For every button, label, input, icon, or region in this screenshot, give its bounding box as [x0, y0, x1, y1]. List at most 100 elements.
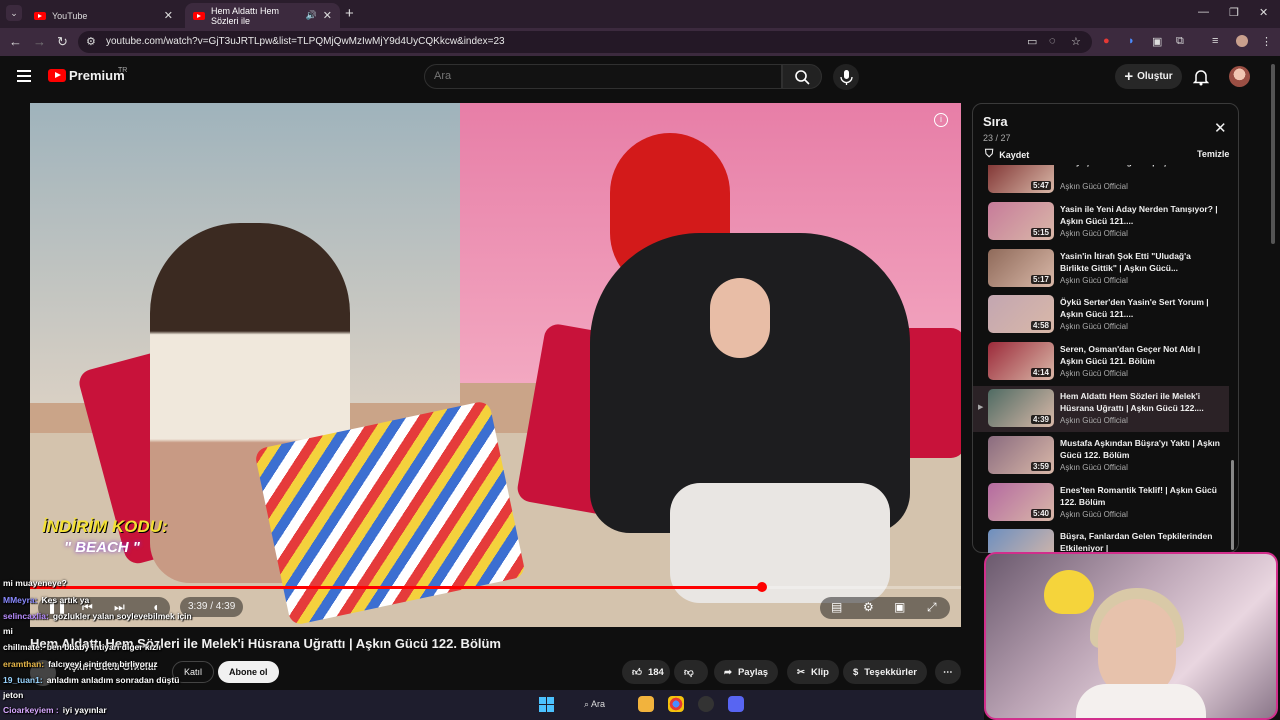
search-input[interactable]	[434, 70, 734, 82]
playlist-thumbnail[interactable]: 4:58	[988, 295, 1054, 334]
video-player[interactable]: i İNDİRİM KODU: " BEACH " ❚❚ ⏮ ⏭ ◖ 3:39 …	[30, 103, 961, 627]
playlist-item[interactable]: ▶ 4:39 Hem Aldattı Hem Sözleri ile Melek'i…	[973, 386, 1229, 432]
fullscreen-icon[interactable]: ⤢	[927, 600, 937, 615]
forward-icon[interactable]: →	[33, 34, 46, 49]
playlist-title: Sıra	[983, 114, 1008, 129]
miniplayer-icon[interactable]: ▣	[894, 600, 905, 614]
discord-icon[interactable]	[728, 696, 744, 712]
playlist-thumbnail[interactable]: 3:59	[988, 435, 1054, 474]
search-button[interactable]	[782, 64, 822, 89]
youtube-premium-logo[interactable]: Premium TR	[48, 67, 127, 83]
plus-icon: +	[1124, 67, 1134, 85]
taskbar-search-label: Ara	[591, 699, 606, 709]
save-playlist-button[interactable]: ⛉ Kaydet	[985, 148, 1029, 161]
share-button[interactable]: ➦ Paylaş	[714, 660, 779, 684]
extension-red-icon[interactable]: ●	[1103, 35, 1110, 47]
chat-message: mi	[3, 626, 13, 636]
youtube-favicon-icon	[193, 11, 205, 20]
media-control-icon[interactable]: ≡	[1212, 35, 1218, 47]
info-icon[interactable]: i	[934, 113, 948, 127]
close-icon[interactable]: ✕	[1214, 119, 1227, 137]
minimize-icon[interactable]: —	[1198, 6, 1209, 18]
playlist-item-channel: Aşkın Gücü Official	[1060, 369, 1128, 379]
playlist-thumbnail[interactable]	[988, 529, 1054, 553]
file-explorer-icon[interactable]	[638, 696, 654, 712]
playlist-item-channel: Aşkın Gücü Official	[1060, 462, 1128, 472]
taskbar-search[interactable]: ⌕ Ara	[584, 699, 605, 710]
new-tab-button[interactable]: +	[345, 5, 354, 22]
chat-text: mi muayeneye?	[3, 578, 67, 588]
playlist-item[interactable]: 5:47 Gözyaşlarına Boğuldu | Aşkın... Aşkın…	[973, 165, 1229, 198]
scissors-icon: ✂	[797, 666, 805, 678]
tab-search-button[interactable]: ⌄	[6, 5, 22, 21]
clip-button[interactable]: ✂ Klip	[787, 660, 839, 684]
playlist-thumbnail[interactable]: 4:39	[988, 389, 1054, 427]
more-dots-icon: ⋯	[943, 666, 953, 678]
create-button[interactable]: + Oluştur	[1115, 64, 1182, 89]
playlist-item-channel: Aşkın Gücü Official	[1060, 416, 1128, 425]
thanks-label: Teşekkürler	[864, 666, 917, 678]
chat-username: MMeyra:	[3, 595, 38, 605]
back-icon[interactable]: ←	[9, 34, 22, 49]
close-icon[interactable]: ✕	[323, 9, 332, 22]
playlist-item[interactable]: 4:58 Öykü Serter'den Yasin'e Sert Yorum |…	[973, 292, 1229, 338]
window-close-icon[interactable]: ✕	[1259, 6, 1268, 19]
thumbs-up-icon: 👍︎	[632, 667, 642, 678]
settings-gear-icon[interactable]: ⚙	[863, 600, 874, 614]
chat-text: falcıyeyi sinirden birliyoruz	[48, 659, 158, 669]
menu-icon[interactable]	[17, 70, 31, 85]
chrome-icon[interactable]	[668, 696, 684, 712]
bookmark-star-icon[interactable]: ☆	[1071, 35, 1081, 48]
menu-dots-icon[interactable]: ⋮	[1261, 35, 1272, 48]
promo-label: İNDİRİM KODU:	[42, 517, 168, 536]
eye-off-icon[interactable]: ◌	[1049, 35, 1056, 47]
tab-youtube[interactable]: YouTube ✕	[26, 3, 181, 28]
app-icon[interactable]	[698, 696, 714, 712]
playlist-item[interactable]: 5:40 Enes'ten Romantik Teklif! | Aşkın Gü…	[973, 480, 1229, 526]
playlist-item[interactable]: 5:17 Yasin'in İtirafı Şok Etti "Uludağ'a …	[973, 246, 1229, 292]
playlist-thumbnail[interactable]: 4:14	[988, 342, 1054, 381]
progress-bar[interactable]	[30, 582, 961, 592]
voice-search-button[interactable]	[833, 64, 859, 90]
puzzle-icon[interactable]: ⧉	[1176, 35, 1184, 48]
subscribe-button[interactable]: Abone ol	[218, 661, 279, 683]
playlist-item[interactable]: 3:59 Mustafa Aşkından Büşra'yı Yaktı | Aş…	[973, 433, 1229, 479]
chat-message: selincaxlia: gozlukler yalan soylevebilme…	[3, 611, 192, 621]
profile-icon[interactable]	[1236, 35, 1248, 47]
subtitles-icon[interactable]: ▤	[831, 600, 842, 614]
cast-icon[interactable]: ▭	[1027, 35, 1037, 48]
playlist-thumbnail[interactable]: 5:15	[988, 201, 1054, 240]
like-button[interactable]: 👍︎ 184	[622, 660, 670, 684]
progress-scrubber[interactable]	[756, 582, 767, 592]
chat-text: anladım anladım sonradan düştü	[46, 675, 180, 685]
dislike-button[interactable]: 👎︎	[674, 660, 708, 684]
account-avatar[interactable]	[1229, 66, 1250, 87]
more-actions-button[interactable]: ⋯	[935, 660, 961, 684]
playlist-thumbnail[interactable]: 5:17	[988, 248, 1054, 287]
playlist-item[interactable]: 5:15 Yasin ile Yeni Aday Nerden Tanışıyor…	[973, 199, 1229, 245]
promo-code: " BEACH "	[64, 539, 140, 556]
close-icon[interactable]: ✕	[164, 9, 173, 22]
windows-start-icon[interactable]	[539, 697, 554, 712]
chat-text: mi	[3, 626, 13, 636]
page-scrollbar[interactable]	[1271, 64, 1275, 244]
share-arrow-icon: ➦	[724, 666, 732, 678]
reload-icon[interactable]: ↻	[57, 34, 68, 50]
speaker-icon[interactable]: 🔊	[306, 10, 317, 21]
restore-icon[interactable]: ❐	[1229, 6, 1239, 19]
clear-playlist-button[interactable]: Temizle	[1197, 149, 1229, 159]
playlist-thumbnail[interactable]: 5:47	[988, 165, 1054, 193]
thanks-button[interactable]: $ Teşekkürler	[843, 660, 927, 684]
playlist-thumbnail[interactable]: 5:40	[988, 482, 1054, 521]
playlist-scrollbar[interactable]	[1231, 460, 1234, 550]
site-info-icon[interactable]: ⚙	[86, 35, 96, 48]
playlist-item[interactable]: 4:14 Seren, Osman'dan Geçer Not Aldı | Aş…	[973, 339, 1229, 385]
playlist-item-title: Yasin ile Yeni Aday Nerden Tanışıyor? | …	[1060, 203, 1218, 226]
extension-icon[interactable]: ▣	[1152, 35, 1162, 48]
extension-blue-icon[interactable]: ◗	[1128, 35, 1135, 47]
playlist-item-channel: Aşkın Gücü Official	[1060, 275, 1128, 285]
playlist-item[interactable]: Büşra, Fanlardan Gelen Tepkilerinden Etk…	[973, 526, 1229, 553]
progress-fill	[30, 586, 762, 589]
tab-current-video[interactable]: Hem Aldattı Hem Sözleri ile 🔊 ✕	[185, 3, 340, 28]
notifications-bell-icon[interactable]	[1192, 68, 1210, 91]
